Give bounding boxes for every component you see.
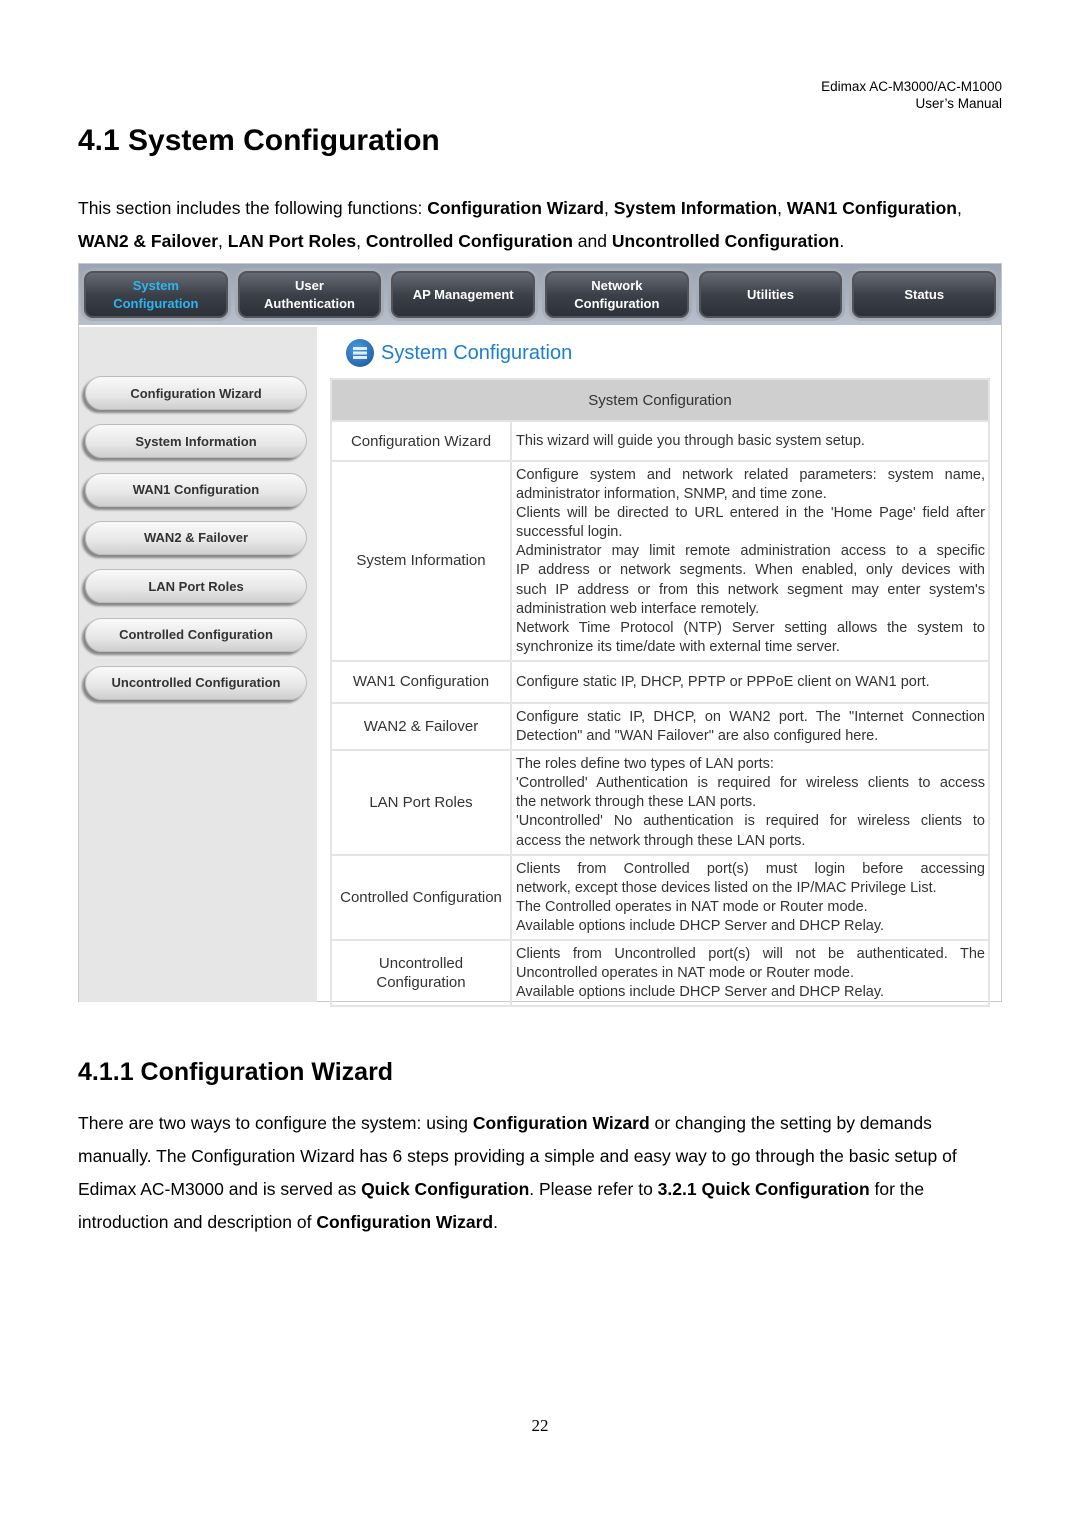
text-run: and	[572, 231, 612, 251]
row-description: Configure static IP, DHCP, PPTP or PPPoE…	[510, 659, 990, 704]
page-number: 22	[531, 1416, 549, 1435]
description-line: administrator information, SNMP, and tim…	[516, 486, 827, 503]
sidebar-item-uncontrolled-configuration[interactable]: Uncontrolled Configuration	[85, 665, 307, 700]
bold-term: Uncontrolled Configuration	[611, 231, 840, 251]
description-line: Network Time Protocol (NTP) Server setti…	[516, 619, 985, 636]
description-line: Clients from Controlled port(s) must log…	[516, 860, 985, 877]
row-name: WAN2 & Failover	[330, 701, 512, 752]
row-description: Clients from Controlled port(s) must log…	[510, 853, 990, 941]
text-run: ,	[604, 198, 614, 218]
description-line: such IP address or from this network seg…	[516, 581, 985, 598]
content-title-text: System Configuration	[381, 341, 573, 364]
row-name: Configuration Wizard	[330, 420, 512, 462]
sidebar-item-system-information[interactable]: System Information	[85, 424, 307, 459]
tab-status[interactable]: Status	[849, 268, 1000, 321]
config-table: System Configuration Configuration Wizar…	[330, 378, 990, 1008]
bold-term: Configuration Wizard	[472, 1113, 650, 1133]
row-name: LAN Port Roles	[330, 749, 512, 856]
page-title: 4.1 System Configuration	[78, 124, 440, 157]
bold-term: WAN2 & Failover	[78, 231, 219, 251]
bold-term: Configuration Wizard	[427, 198, 604, 218]
description-line: This wizard will guide you through basic…	[516, 432, 865, 449]
bold-term: Configuration Wizard	[316, 1212, 494, 1232]
row-description: Configure system and network related par…	[510, 460, 990, 662]
body-paragraph: There are two ways to configure the syst…	[78, 1107, 1008, 1239]
sidebar-item-configuration-wizard[interactable]: Configuration Wizard	[85, 376, 307, 410]
description-line: 'Controlled' Authentication is required …	[516, 775, 985, 792]
row-description: Configure static IP, DHCP, on WAN2 port.…	[510, 701, 990, 752]
row-description: The roles define two types of LAN ports:…	[510, 749, 990, 856]
header-manual: User’s Manual	[915, 96, 1002, 111]
text-run: ,	[356, 231, 366, 251]
tab-system-configuration[interactable]: System Configuration	[81, 268, 231, 321]
description-line: Configure static IP, DHCP, PPTP or PPPoE…	[516, 673, 930, 690]
bold-term: LAN Port Roles	[227, 231, 357, 251]
description-line: successful login.	[516, 524, 623, 541]
row-name: System Information	[330, 460, 512, 662]
tab-utilities[interactable]: Utilities	[695, 268, 846, 321]
description-line: Configure system and network related par…	[516, 467, 985, 483]
intro-paragraph: This section includes the following func…	[78, 192, 1008, 258]
ui-screenshot: System Configuration User Authentication A…	[78, 263, 1002, 1008]
tab-network-configuration[interactable]: Network Configuration	[542, 268, 692, 321]
description-line: Clients will be directed to URL entered …	[516, 505, 985, 522]
grid-globe-icon	[346, 339, 374, 367]
description-line: Uncontrolled operates in NAT mode or Rou…	[516, 965, 854, 982]
table-row: Uncontrolled Configuration Clients from U…	[330, 938, 990, 1008]
row-name: WAN1 Configuration	[330, 659, 512, 704]
table-row: System Information Configure system and n…	[330, 460, 990, 662]
description-line: IP address or network segments. When ena…	[516, 562, 985, 579]
section-title: 4.1.1 Configuration Wizard	[78, 1058, 394, 1086]
text-run: This section includes the following func…	[78, 198, 428, 218]
sidebar-item-wan2-failover[interactable]: WAN2 & Failover	[85, 520, 307, 555]
description-line: Administrator may limit remote administr…	[516, 543, 985, 560]
row-description: This wizard will guide you through basic…	[510, 420, 990, 462]
text-run: There are two ways to configure the syst…	[78, 1113, 473, 1133]
sidebar-item-controlled-configuration[interactable]: Controlled Configuration	[85, 617, 307, 652]
description-line: The Controlled operates in NAT mode or R…	[516, 898, 868, 915]
text-run: .	[839, 231, 845, 251]
description-line: access the network through these LAN por…	[516, 832, 806, 849]
description-line: Available options include DHCP Server an…	[516, 917, 885, 934]
description-line: Available options include DHCP Server an…	[516, 984, 885, 1001]
description-line: administration web interface remotely.	[516, 600, 760, 617]
description-line: synchronize its time/date with external …	[516, 638, 840, 655]
tab-user-authentication[interactable]: User Authentication	[234, 268, 385, 321]
bold-term: 3.2.1 Quick Configuration	[657, 1179, 870, 1199]
text-run: ,	[218, 231, 228, 251]
description-line: Clients from Uncontrolled port(s) will n…	[516, 945, 985, 962]
description-line: 'Uncontrolled' No authentication is requ…	[516, 813, 985, 830]
sidebar: Configuration Wizard System Information WA…	[79, 327, 317, 1002]
sidebar-item-lan-port-roles[interactable]: LAN Port Roles	[85, 569, 307, 604]
running-header: Edimax AC-M3000/AC-M1000 User’s Manual	[821, 78, 1002, 112]
table-row: Controlled Configuration Clients from Con…	[330, 853, 990, 941]
table-row: LAN Port Roles The roles define two types…	[330, 749, 990, 856]
table-row: Configuration Wizard This wizard will gui…	[330, 420, 990, 462]
table-row: WAN1 Configuration Configure static IP, D…	[330, 659, 990, 704]
description-line: Detection" and "WAN Failover" are also c…	[516, 728, 879, 745]
bold-term: Controlled Configuration	[365, 231, 573, 251]
content-title: System Configuration	[346, 339, 572, 367]
text-run: ,	[956, 198, 962, 218]
row-description: Clients from Uncontrolled port(s) will n…	[510, 938, 990, 1008]
bold-term: WAN1 Configuration	[786, 198, 957, 218]
text-run: ,	[777, 198, 787, 218]
description-line: network, except those devices listed on …	[516, 879, 937, 896]
description-line: the network through these LAN ports.	[516, 794, 757, 811]
row-name: Uncontrolled Configuration	[330, 938, 512, 1008]
table-header: System Configuration	[330, 378, 990, 422]
sidebar-item-wan1-configuration[interactable]: WAN1 Configuration	[85, 472, 307, 507]
table-row: WAN2 & Failover Configure static IP, DHCP…	[330, 701, 990, 752]
top-nav: System Configuration User Authentication A…	[79, 264, 1001, 325]
tab-ap-management[interactable]: AP Management	[388, 268, 539, 321]
row-name: Controlled Configuration	[330, 853, 512, 941]
header-product: Edimax AC-M3000/AC-M1000	[821, 79, 1002, 94]
description-line: Configure static IP, DHCP, on WAN2 port.…	[516, 708, 985, 725]
bold-term: Quick Configuration	[361, 1179, 530, 1199]
description-line: The roles define two types of LAN ports:	[516, 756, 774, 773]
text-run: .	[493, 1212, 498, 1232]
bold-term: System Information	[613, 198, 778, 218]
text-run: . Please refer to	[529, 1179, 658, 1199]
